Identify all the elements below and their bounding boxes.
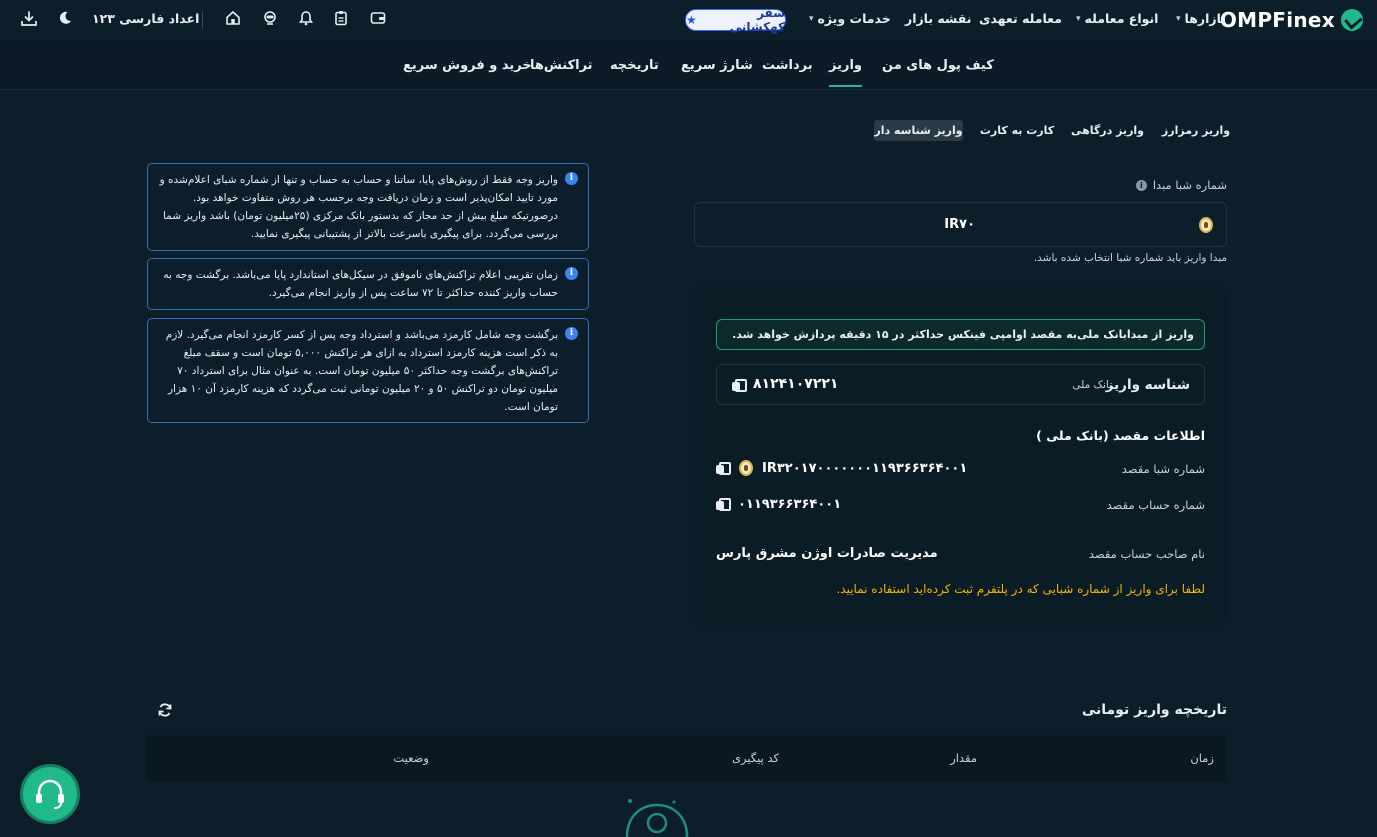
bell-icon[interactable] <box>297 10 315 28</box>
tab-card-to-card[interactable]: کارت به کارت <box>980 120 1054 141</box>
refresh-icon[interactable] <box>157 702 173 718</box>
nav-market-map-label: نقشه بازار <box>905 11 972 26</box>
info-icon: i <box>565 267 578 280</box>
tab-crypto-deposit[interactable]: واریز رمزارز <box>1161 120 1231 141</box>
chevron-down-icon: ▾ <box>809 13 814 24</box>
header-divider <box>202 12 203 28</box>
info-note-3: i برگشت وجه شامل کارمزد می‌باشد و استردا… <box>147 318 589 423</box>
nav-market-map[interactable]: نقشه بازار <box>905 11 971 26</box>
download-icon[interactable] <box>20 10 38 28</box>
owner-label: نام صاحب حساب مقصد <box>1088 547 1205 561</box>
info-note-2-text: زمان تقریبی اعلام تراکنش‌های ناموفق در س… <box>163 269 558 299</box>
dest-iban-value: IR۳۲۰۱۷۰۰۰۰۰۰۰۱۱۹۳۶۶۳۶۴۰۰۱ <box>762 461 968 476</box>
source-iban-value: IR۷۰ <box>944 217 975 232</box>
dest-account-value: ۰۱۱۹۳۶۶۳۶۴۰۰۱ <box>738 497 842 512</box>
source-iban-label: شماره شبا مبدا <box>1152 178 1227 192</box>
dest-iban-label: شماره شبا مقصد <box>1121 462 1205 476</box>
headset-icon <box>36 779 64 809</box>
processing-notice: واریز از مبدا‌بانک ملی‌به مقصد اوامپی فی… <box>716 319 1205 350</box>
subnav-quick-charge[interactable]: شارژ سریع <box>681 58 753 73</box>
info-icon: i <box>1135 179 1147 191</box>
persian-numerals-toggle[interactable]: اعداد فارسی ۱۲۳ <box>92 11 199 26</box>
dest-account-label: شماره حساب مقصد <box>1106 498 1205 512</box>
info-note-1-text: واریز وجه فقط از روش‌های پایا، ساتنا و ح… <box>159 174 558 240</box>
owner-value: مدیریت صادرات اوژن مشرق پارس <box>716 546 938 561</box>
top-header: OMPFinex بازارها ▾ انواع معامله ▾ معامله… <box>0 0 1377 40</box>
nav-margin-trading-label: معامله تعهدی <box>979 11 1062 26</box>
subnav-deposit[interactable]: واریز <box>829 58 862 87</box>
nav-margin-trading[interactable]: معامله تعهدی <box>979 11 1062 26</box>
copy-icon[interactable] <box>716 498 731 511</box>
tab-gateway-deposit[interactable]: واریز درگاهی <box>1070 120 1145 141</box>
deposit-id-value: ۸۱۲۴۱۰۷۲۲۱ <box>753 376 839 392</box>
subnav-history[interactable]: تاریخچه <box>610 58 659 73</box>
nav-trade-types[interactable]: انواع معامله ▾ <box>1076 11 1158 26</box>
chevron-down-icon: ▾ <box>1076 13 1081 24</box>
column-amount: مقدار <box>950 751 977 765</box>
nav-markets[interactable]: بازارها ▾ <box>1176 11 1226 26</box>
bank-melli-logo-icon <box>739 460 753 476</box>
copy-icon[interactable] <box>716 462 731 475</box>
brand-name: OMPFinex <box>1219 8 1335 32</box>
clipboard-icon[interactable] <box>332 10 350 28</box>
info-icon: i <box>565 327 578 340</box>
chevron-down-icon: ▾ <box>1176 13 1181 24</box>
column-status: وضعیت <box>393 751 429 765</box>
deposit-id-label: شناسه واریز <box>1105 377 1190 393</box>
logo-icon <box>1341 9 1363 31</box>
deposit-history-title: تاریخچه واریز تومانی <box>1081 702 1227 718</box>
subnav-withdraw[interactable]: برداشت <box>762 58 813 73</box>
promo-badge[interactable]: سفر کهکشانی ★ <box>685 6 786 34</box>
support-agent-icon[interactable] <box>261 10 279 28</box>
moon-icon[interactable] <box>56 10 74 28</box>
iban-warning: لطفا برای واریز از شماره شبایی که در پلت… <box>836 582 1205 596</box>
history-table-header: زمان مقدار کد پیگیری وضعیت <box>147 735 1227 782</box>
star-icon: ★ <box>686 13 697 27</box>
bank-melli-logo-icon <box>1199 217 1213 233</box>
info-note-1: i واریز وجه فقط از روش‌های پایا، ساتنا و… <box>147 163 589 251</box>
source-iban-label-row: شماره شبا مبدا i <box>1135 178 1227 192</box>
info-note-3-text: برگشت وجه شامل کارمزد می‌باشد و استرداد … <box>165 329 558 413</box>
copy-icon[interactable] <box>732 379 747 392</box>
promo-badge-label: سفر کهکشانی <box>729 6 785 34</box>
subnav-transactions[interactable]: تراکنش‌ها <box>530 58 593 73</box>
nav-markets-label: بازارها <box>1184 11 1226 26</box>
subnav-quick-trade[interactable]: خرید و فروش سریع <box>403 58 532 73</box>
column-time: زمان <box>1190 751 1214 765</box>
deposit-bank-name: بانک ملی <box>1072 379 1112 391</box>
home-icon[interactable] <box>224 10 242 28</box>
nav-special-services-label: خدمات ویژه <box>817 11 891 26</box>
brand-logo[interactable]: OMPFinex <box>1220 8 1363 32</box>
empty-state-illustration <box>622 797 692 837</box>
wallet-icon[interactable] <box>369 10 387 28</box>
nav-trade-types-label: انواع معامله <box>1084 11 1159 26</box>
wallet-subnav: کیف پول های من واریز برداشت شارژ سریع تا… <box>0 40 1377 90</box>
deposit-id-box: شناسه واریز بانک ملی ۸۱۲۴۱۰۷۲۲۱ <box>716 364 1205 405</box>
destination-title: اطلاعات مقصد (بانک ملی ) <box>1036 428 1205 443</box>
info-note-2: i زمان تقریبی اعلام تراکنش‌های ناموفق در… <box>147 258 589 310</box>
source-iban-hint: مبدا واریز باید شماره شبا انتخاب شده باش… <box>1033 252 1227 264</box>
subnav-my-wallets[interactable]: کیف پول های من <box>882 58 994 73</box>
nav-special-services[interactable]: خدمات ویژه ▾ <box>809 11 891 26</box>
column-tracking-code: کد پیگیری <box>731 751 779 765</box>
source-iban-select[interactable]: IR۷۰ <box>694 202 1227 247</box>
info-icon: i <box>565 172 578 185</box>
tab-id-deposit[interactable]: واریز شناسه دار <box>874 120 963 141</box>
support-chat-button[interactable] <box>23 767 77 821</box>
